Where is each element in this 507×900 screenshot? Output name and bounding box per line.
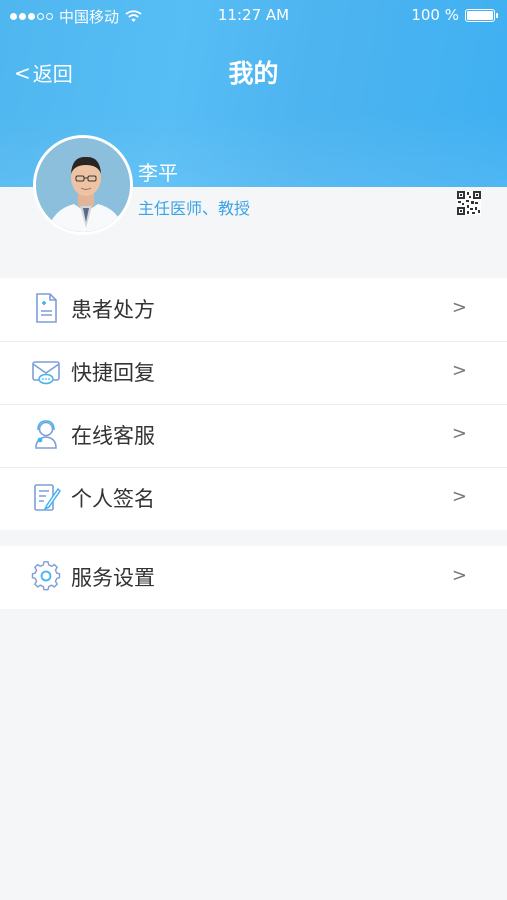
chevron-right-icon: > <box>451 565 467 586</box>
avatar[interactable] <box>33 135 133 235</box>
menu-label: 患者处方 <box>71 298 155 322</box>
battery-percent: 100 % <box>411 6 459 24</box>
chevron-right-icon: > <box>451 486 467 507</box>
mail-chat-icon <box>32 361 60 385</box>
menu-group-main: 患者处方 > 快捷回复 > 在线客服 > 个人签名 > <box>0 278 507 530</box>
chevron-right-icon: > <box>451 297 467 318</box>
menu-item-online-service[interactable]: 在线客服 > <box>0 404 507 467</box>
doctor-title: 主任医师、教授 <box>138 199 251 218</box>
menu-item-quick-reply[interactable]: 快捷回复 > <box>0 341 507 404</box>
customer-service-icon <box>35 420 57 449</box>
status-right: 100 % <box>411 6 498 24</box>
gear-icon <box>31 561 61 591</box>
doctor-name: 李平 <box>138 161 178 185</box>
signature-icon <box>34 484 61 511</box>
battery-icon <box>465 8 498 22</box>
menu-item-prescriptions[interactable]: 患者处方 > <box>0 278 507 341</box>
chevron-right-icon: > <box>451 360 467 381</box>
menu-label: 个人签名 <box>71 487 155 511</box>
menu-label: 快捷回复 <box>71 361 155 385</box>
my-profile-screen: 中国移动 11:27 AM 100 % < 返回 我的 李平 主任医师、教授 患… <box>0 0 507 900</box>
menu-label: 服务设置 <box>71 566 155 590</box>
menu-item-signature[interactable]: 个人签名 > <box>0 467 507 530</box>
qr-code-icon[interactable] <box>457 191 481 215</box>
chevron-right-icon: > <box>451 423 467 444</box>
prescription-icon <box>36 293 57 323</box>
page-title: 我的 <box>228 59 279 88</box>
menu-item-service-settings[interactable]: 服务设置 > <box>0 546 507 609</box>
doctor-portrait-icon <box>36 138 130 232</box>
menu-group-settings: 服务设置 > <box>0 546 507 609</box>
status-bar: 中国移动 11:27 AM 100 % <box>0 0 507 30</box>
menu-label: 在线客服 <box>71 424 155 448</box>
